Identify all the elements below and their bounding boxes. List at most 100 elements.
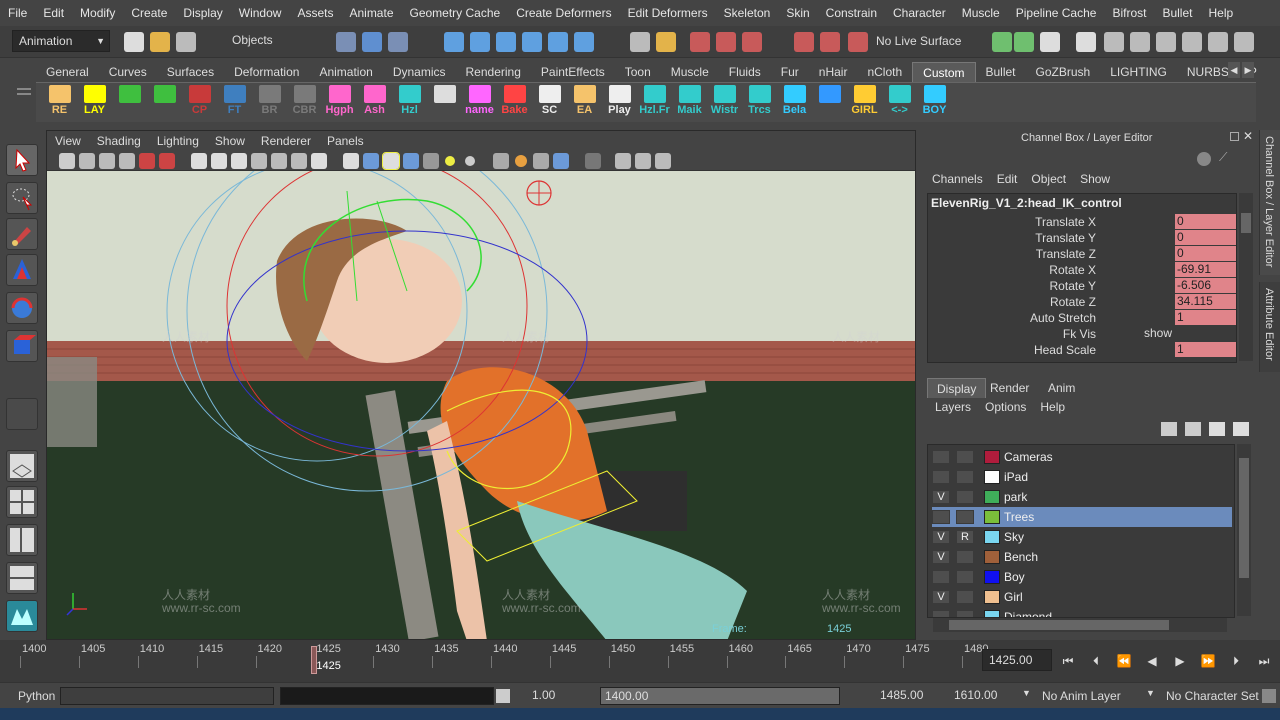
channel-value[interactable]: 1: [1175, 310, 1236, 325]
shelf-scroll-left-icon[interactable]: ◀: [1228, 62, 1240, 78]
graph-editor-icon[interactable]: [1130, 32, 1150, 52]
shelf-tab-ncloth[interactable]: nCloth: [857, 62, 912, 82]
channel-value[interactable]: 0: [1175, 246, 1236, 261]
side-tab-attribute-editor[interactable]: Attribute Editor: [1259, 282, 1280, 372]
menu-animate[interactable]: Animate: [341, 6, 401, 20]
layer-row-park[interactable]: Vpark: [932, 487, 1232, 507]
layer-editor-icon[interactable]: [1182, 32, 1202, 52]
layer-color-swatch[interactable]: [984, 610, 1000, 617]
channel-box-menu-object[interactable]: Object: [1031, 172, 1066, 186]
channel-row[interactable]: Translate Y 0: [928, 230, 1236, 246]
channel-value[interactable]: -69.91: [1175, 262, 1236, 277]
camera-icon[interactable]: [635, 153, 651, 169]
layer-tab-anim[interactable]: Anim: [1039, 378, 1084, 398]
viewport-menu-lighting[interactable]: Lighting: [149, 134, 207, 148]
side-tab-channel-box[interactable]: Channel Box / Layer Editor: [1259, 130, 1280, 275]
snap-point-icon[interactable]: [496, 32, 516, 52]
select-component-icon[interactable]: [388, 32, 408, 52]
channel-row[interactable]: Rotate Y -6.506: [928, 278, 1236, 294]
layer-visibility-toggle[interactable]: [932, 470, 950, 484]
shelf-tab-general[interactable]: General: [36, 62, 99, 82]
shelf-button[interactable]: name: [462, 83, 497, 121]
anti-aliasing-icon[interactable]: [553, 153, 569, 169]
layer-color-swatch[interactable]: [984, 510, 1000, 524]
shelf-button[interactable]: [147, 83, 182, 121]
channel-box-menu-channels[interactable]: Channels: [932, 172, 983, 186]
layer-row-girl[interactable]: V Girl: [932, 587, 1232, 607]
snap-surface-icon[interactable]: [548, 32, 568, 52]
shelf-tab-dynamics[interactable]: Dynamics: [383, 62, 456, 82]
layer-display-type-toggle[interactable]: R: [956, 530, 974, 544]
last-tool-icon[interactable]: [6, 398, 38, 430]
two-d-pan-zoom-icon[interactable]: [139, 153, 155, 169]
film-gate-icon[interactable]: [211, 153, 227, 169]
attribute-editor-icon[interactable]: [1040, 32, 1060, 52]
channel-row[interactable]: Rotate Z 34.115: [928, 294, 1236, 310]
script-language-label[interactable]: Python: [18, 689, 55, 703]
field-chart-icon[interactable]: [271, 153, 287, 169]
chevron-down-icon[interactable]: ▼: [1146, 688, 1155, 698]
move-tool-icon[interactable]: [6, 254, 38, 286]
step-forward-icon[interactable]: ⏵: [1228, 654, 1244, 668]
channel-value[interactable]: 34.115: [1175, 294, 1236, 309]
channel-value[interactable]: show: [1142, 326, 1206, 341]
construction-history-icon[interactable]: [656, 32, 676, 52]
channel-row[interactable]: Auto Stretch 1: [928, 310, 1236, 326]
select-hierarchy-icon[interactable]: [336, 32, 356, 52]
shelf-button[interactable]: Maik: [672, 83, 707, 121]
prev-key-icon[interactable]: ⏪: [1116, 654, 1132, 668]
layer-display-type-toggle[interactable]: [956, 510, 974, 524]
shelf-tab-surfaces[interactable]: Surfaces: [157, 62, 224, 82]
menu-skin[interactable]: Skin: [778, 6, 817, 20]
grid-icon[interactable]: [191, 153, 207, 169]
outliner-icon[interactable]: [1104, 32, 1124, 52]
move-layer-down-icon[interactable]: [1233, 422, 1249, 436]
menu-edit[interactable]: Edit: [35, 6, 72, 20]
menu-geometry-cache[interactable]: Geometry Cache: [402, 6, 509, 20]
camera-select-icon[interactable]: [59, 153, 75, 169]
layer-color-swatch[interactable]: [984, 490, 1000, 504]
range-end-field[interactable]: 1485.00: [876, 687, 946, 705]
input-ops-icon[interactable]: [630, 32, 650, 52]
step-back-icon[interactable]: ⏴: [1088, 654, 1104, 668]
viewport-menu-renderer[interactable]: Renderer: [253, 134, 319, 148]
go-to-start-icon[interactable]: ⏮: [1060, 654, 1076, 668]
image-plane-icon[interactable]: [119, 153, 135, 169]
four-view-layout-icon[interactable]: [6, 486, 38, 518]
use-all-lights-icon[interactable]: [445, 156, 455, 166]
shelf-button[interactable]: [112, 83, 147, 121]
menu-modify[interactable]: Modify: [72, 6, 123, 20]
shelf-tab-nhair[interactable]: nHair: [809, 62, 858, 82]
shelf-tab-curves[interactable]: Curves: [99, 62, 157, 82]
shelf-handle[interactable]: [14, 64, 34, 120]
ipr-render-icon[interactable]: [716, 32, 736, 52]
shelf-button[interactable]: BOY: [917, 83, 952, 121]
layer-display-type-toggle[interactable]: [956, 470, 974, 484]
paint-select-tool-icon[interactable]: [6, 218, 38, 250]
scene-render[interactable]: 人人素材 人人素材 人人素材 人人素材 www.rr-sc.com 人人素材 w…: [47, 171, 915, 639]
layer-tab-display[interactable]: Display: [927, 378, 987, 398]
wireframe-icon[interactable]: [343, 153, 359, 169]
layer-visibility-toggle[interactable]: V: [932, 590, 950, 604]
channel-box-settings-icon[interactable]: ⟋: [1219, 150, 1227, 165]
snap-view-icon[interactable]: [522, 32, 542, 52]
shelf-button[interactable]: FT: [217, 83, 252, 121]
layer-horizontal-scrollbar[interactable]: [933, 618, 1227, 632]
menu-assets[interactable]: Assets: [289, 6, 341, 20]
hypershade-icon[interactable]: [794, 32, 814, 52]
safe-action-icon[interactable]: [291, 153, 307, 169]
safe-title-icon[interactable]: [311, 153, 327, 169]
next-key-icon[interactable]: ⏩: [1200, 654, 1216, 668]
range-slider[interactable]: 1400.00: [600, 687, 840, 705]
shelf-button[interactable]: Play: [602, 83, 637, 121]
grease-pencil-icon[interactable]: [159, 153, 175, 169]
shelf-button[interactable]: [427, 83, 462, 121]
command-line-input[interactable]: [60, 687, 274, 705]
script-editor-icon[interactable]: [496, 689, 510, 703]
shelf-button[interactable]: CBR: [287, 83, 322, 121]
layer-display-type-toggle[interactable]: [956, 490, 974, 504]
shelf-tab-toon[interactable]: Toon: [615, 62, 661, 82]
perspective-viewport[interactable]: View Shading Lighting Show Renderer Panels: [46, 130, 916, 640]
select-tool-icon[interactable]: [6, 144, 38, 176]
channel-value[interactable]: 0: [1175, 214, 1236, 229]
